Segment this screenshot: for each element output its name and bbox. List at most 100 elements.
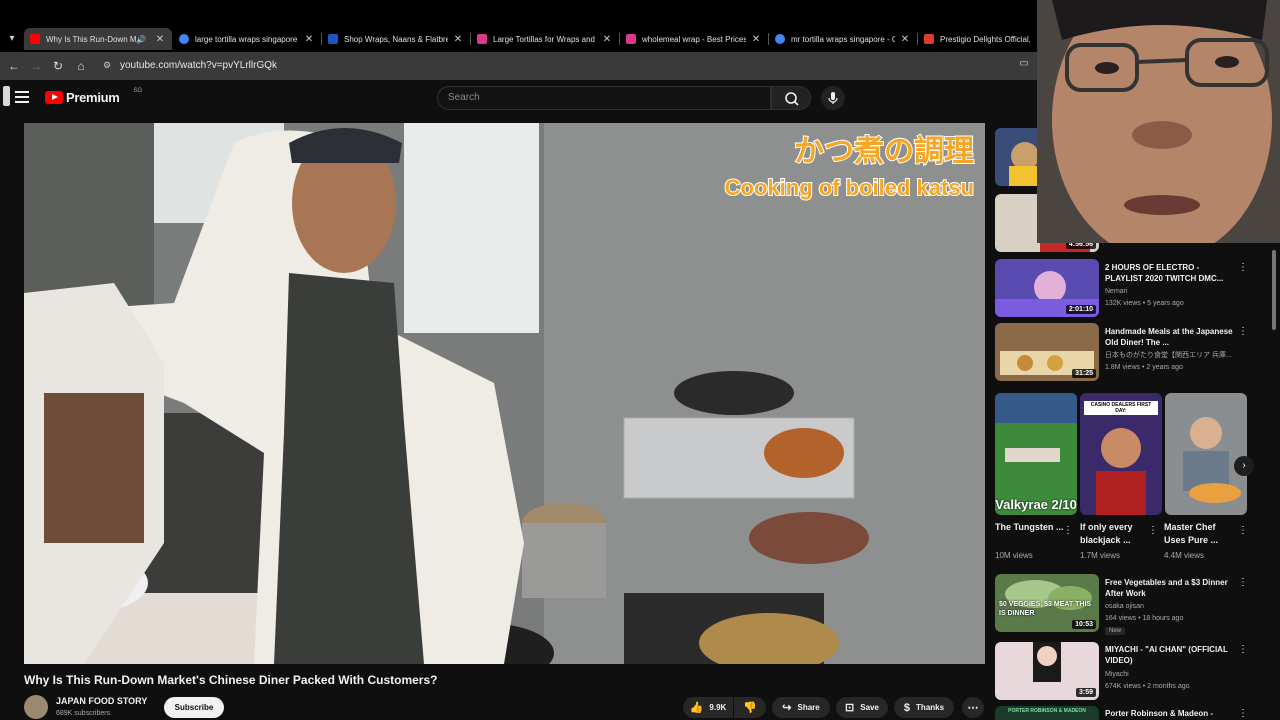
share-icon: ↪	[782, 702, 792, 714]
recommendation-title[interactable]: Free Vegetables and a $3 Dinner After Wo…	[1105, 577, 1233, 599]
webcam-overlay	[1037, 0, 1280, 243]
thumbs-up-icon: 👍	[689, 702, 704, 714]
recommendation-thumbnail[interactable]: $0 VEGGIES, $3 MEAT THIS IS DINNER 10:53	[995, 574, 1099, 632]
recommendation-title[interactable]: MIYACHI - "AI CHAN" (OFFICIAL VIDEO)	[1105, 644, 1233, 666]
recommendation-meta: 164 views • 18 hours ago	[1105, 615, 1184, 622]
search-icon	[785, 92, 799, 106]
recommendation-title[interactable]: Handmade Meals at the Japanese Old Diner…	[1105, 326, 1233, 348]
short-title[interactable]: Master Chef Uses Pure ...	[1164, 521, 1234, 547]
logo-text: Premium	[66, 90, 120, 105]
more-vert-icon[interactable]: ⋮	[1148, 525, 1158, 536]
back-arrow-icon[interactable]: ←	[5, 57, 23, 75]
more-vert-icon[interactable]: ⋮	[1238, 708, 1248, 719]
short-views: 4.4M views	[1164, 551, 1205, 560]
thanks-button[interactable]: $ Thanks	[894, 697, 954, 718]
short-title[interactable]: If only every blackjack ...	[1080, 521, 1150, 547]
search-input[interactable]: Search	[437, 86, 771, 110]
tab-youtube-video[interactable]: Why Is This Run-Down Ma 🔊 ✕	[24, 28, 172, 50]
thumbnail-overlay-text: PORTER ROBINSON & MADEON	[1008, 708, 1086, 714]
short-overlay-text: CASINO DEALERS FIRST DAY:	[1084, 401, 1158, 415]
bookmark-icon: ⊡	[845, 702, 855, 714]
url-field[interactable]: youtube.com/watch?v=pvYLrllrGQk	[120, 60, 277, 71]
recommendation-channel[interactable]: Nemari	[1105, 286, 1128, 297]
recommendation-thumbnail[interactable]: 31:25	[995, 323, 1099, 381]
close-icon[interactable]: ✕	[899, 34, 911, 45]
shop-favicon-icon	[328, 34, 338, 44]
voice-search-button[interactable]	[821, 86, 845, 110]
share-button[interactable]: ↪ Share	[772, 697, 830, 718]
video-player[interactable]: かつ煮の調理 Cooking of boiled katsu	[24, 123, 985, 664]
channel-avatar[interactable]	[24, 695, 48, 719]
recommendation-thumbnail[interactable]: 2:01:10	[995, 259, 1099, 317]
recommendation-channel[interactable]: Miyachi	[1105, 669, 1129, 680]
thanks-label: Thanks	[916, 703, 945, 712]
like-count: 9.9K	[709, 703, 727, 712]
subscriber-count: 689K subscribers	[56, 710, 111, 717]
tab-search-2[interactable]: mr tortilla wraps singapore - G ✕	[769, 28, 917, 50]
search-button[interactable]	[771, 86, 811, 110]
close-icon[interactable]: ✕	[154, 34, 166, 45]
more-vert-icon[interactable]: ⋮	[1238, 577, 1248, 588]
overlay-caption-en: Cooking of boiled katsu	[725, 175, 974, 200]
save-button[interactable]: ⊡ Save	[836, 697, 888, 718]
reload-icon[interactable]: ↻	[49, 57, 67, 75]
more-vert-icon[interactable]: ⋮	[1238, 326, 1248, 337]
home-icon[interactable]: ⌂	[72, 57, 90, 75]
tab-wholemeal-wrap[interactable]: wholemeal wrap - Best Prices ar ✕	[620, 28, 768, 50]
recommendation-meta: 132K views • 5 years ago	[1105, 300, 1184, 307]
scrollbar[interactable]	[1272, 250, 1276, 330]
dislike-button[interactable]: 👎	[734, 697, 766, 718]
short-thumbnail[interactable]: CASINO DEALERS FIRST DAY:	[1080, 393, 1162, 515]
recommendation-thumbnail[interactable]: PORTER ROBINSON & MADEON	[995, 706, 1099, 720]
short-thumbnail[interactable]: Valkyrae 2/10	[995, 393, 1077, 515]
save-label: Save	[860, 703, 879, 712]
site-info-icon[interactable]: ⚙	[103, 59, 115, 71]
more-vert-icon[interactable]: ⋮	[1238, 525, 1248, 536]
recommendation-channel[interactable]: osaka ojisan	[1105, 601, 1144, 612]
tab-search-icon[interactable]: ▾	[4, 31, 20, 47]
recommendation-title[interactable]: 2 HOURS OF ELECTRO - PLAYLIST 2020 TWITC…	[1105, 262, 1233, 284]
forward-arrow-icon[interactable]: →	[27, 57, 45, 75]
shop-favicon-icon	[924, 34, 934, 44]
short-views: 10M views	[995, 551, 1033, 560]
like-button[interactable]: 👍 9.9K	[683, 697, 733, 718]
tab-prestigio[interactable]: Prestigio Delights Official, Onl	[918, 28, 1036, 50]
close-icon[interactable]: ✕	[750, 34, 762, 45]
recommendation-thumbnail[interactable]: 3:59	[995, 642, 1099, 700]
more-vert-icon[interactable]: ⋮	[1238, 262, 1248, 273]
close-icon[interactable]: ✕	[601, 34, 613, 45]
channel-name[interactable]: JAPAN FOOD STORY	[56, 696, 147, 706]
tab-shop-wraps[interactable]: Shop Wraps, Naans & Flatbrea ✕	[322, 28, 470, 50]
youtube-play-icon	[45, 91, 63, 104]
tab-title: Prestigio Delights Official, Onl	[940, 34, 1030, 44]
recommendation-title[interactable]: Porter Robinson & Madeon -	[1105, 708, 1233, 719]
more-actions-button[interactable]: ⋯	[962, 697, 984, 718]
tab-large-tortillas[interactable]: Large Tortillas for Wraps and B ✕	[471, 28, 619, 50]
speaker-icon[interactable]: 🔊	[136, 35, 146, 44]
video-frame: かつ煮の調理 Cooking of boiled katsu	[24, 123, 985, 664]
tab-title: Why Is This Run-Down Ma	[46, 34, 137, 44]
more-vert-icon[interactable]: ⋮	[1063, 525, 1073, 536]
close-icon[interactable]: ✕	[303, 34, 315, 45]
short-thumbnail[interactable]	[1165, 393, 1247, 515]
thumbs-down-icon: 👎	[743, 702, 757, 714]
tab-title: Shop Wraps, Naans & Flatbrea	[344, 34, 448, 44]
tab-search-1[interactable]: large tortilla wraps singapore - ✕	[173, 28, 321, 50]
short-title[interactable]: The Tungsten ...	[995, 521, 1065, 534]
tab-title: wholemeal wrap - Best Prices ar	[642, 34, 746, 44]
thanks-icon: $	[903, 701, 911, 714]
more-vert-icon[interactable]: ⋮	[1238, 644, 1248, 655]
tab-title: mr tortilla wraps singapore - G	[791, 34, 895, 44]
video-title: Why Is This Run-Down Market's Chinese Di…	[24, 673, 438, 687]
menu-icon[interactable]	[15, 91, 29, 103]
close-icon[interactable]: ✕	[452, 34, 464, 45]
cast-icon[interactable]: ▭	[1017, 58, 1031, 72]
sidebar-handle[interactable]	[3, 86, 10, 106]
shop-favicon-icon	[477, 34, 487, 44]
short-image	[1165, 393, 1247, 515]
subscribe-button[interactable]: Subscribe	[164, 697, 224, 718]
recommendation-channel[interactable]: 日本ものがたり食堂【関西エリア 兵庫...	[1105, 350, 1235, 361]
youtube-logo[interactable]: Premium SG	[45, 88, 142, 105]
video-duration: 31:25	[1072, 369, 1096, 378]
shorts-next-button[interactable]: ›	[1234, 456, 1254, 476]
